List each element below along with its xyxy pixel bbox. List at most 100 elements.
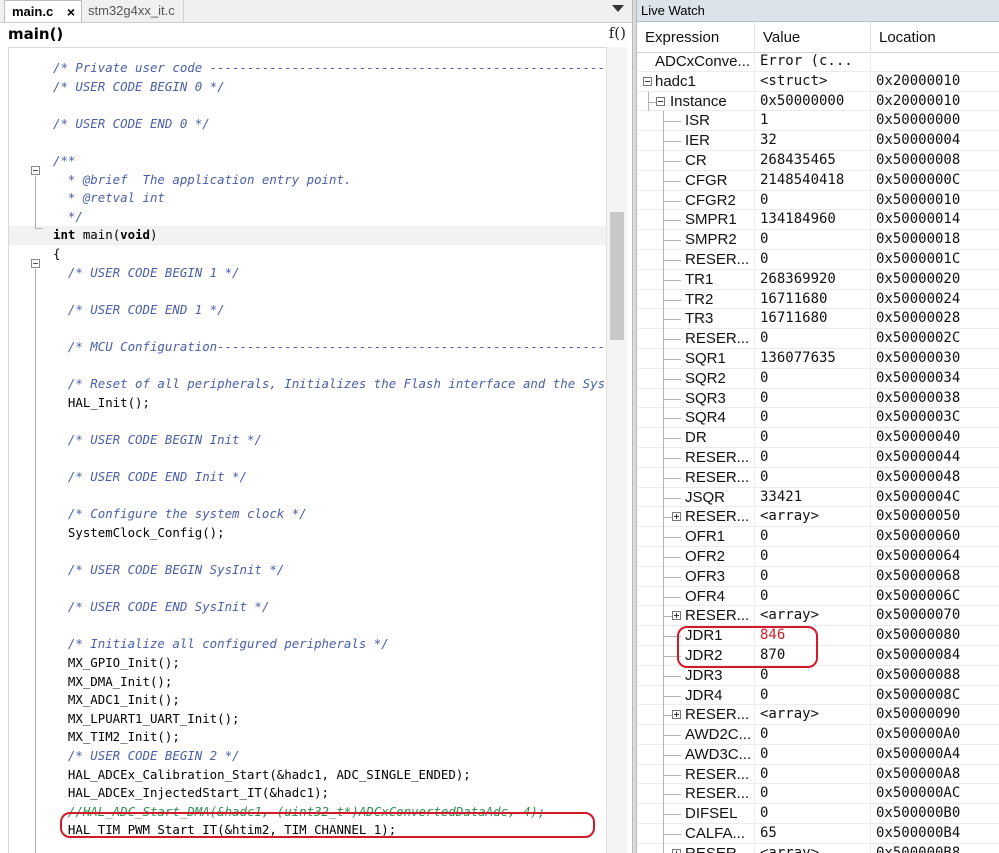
watch-value-cell[interactable]: 0 bbox=[755, 467, 871, 488]
code-line[interactable]: /* USER CODE END 0 */ bbox=[9, 115, 607, 134]
code-line[interactable] bbox=[9, 412, 607, 431]
watch-row[interactable]: RESER... 0 0x500000A8 bbox=[637, 764, 999, 785]
watch-value-cell[interactable]: 0 bbox=[755, 546, 871, 567]
code-line[interactable]: HAL_ADCEx_Calibration_Start(&hadc1, ADC_… bbox=[9, 766, 607, 785]
watch-row[interactable]: OFR2 0 0x50000064 bbox=[637, 546, 999, 567]
watch-row[interactable]: TR2 16711680 0x50000024 bbox=[637, 289, 999, 310]
watch-row[interactable]: TR3 16711680 0x50000028 bbox=[637, 309, 999, 330]
watch-row[interactable]: SMPR2 0 0x50000018 bbox=[637, 230, 999, 250]
watch-value-cell[interactable]: 846 bbox=[755, 626, 871, 646]
watch-row[interactable]: OFR3 0 0x50000068 bbox=[637, 566, 999, 587]
tab-main-c[interactable]: main.c × bbox=[4, 0, 82, 22]
watch-value-cell[interactable]: 0 bbox=[755, 368, 871, 389]
code-line[interactable]: /* MCU Configuration--------------------… bbox=[9, 338, 607, 357]
code-line[interactable]: /* USER CODE END Init */ bbox=[9, 468, 607, 487]
code-line[interactable]: //HAL_ADC_Start_DMA(&hadc1, (uint32_t*)A… bbox=[9, 803, 607, 822]
expand-plus-icon[interactable] bbox=[672, 611, 681, 621]
watch-row[interactable]: CFGR 2148540418 0x5000000C bbox=[637, 170, 999, 191]
fold-toggle-icon[interactable] bbox=[31, 166, 40, 175]
watch-value-cell[interactable]: 2148540418 bbox=[755, 170, 871, 191]
watch-row[interactable]: CALFA... 65 0x500000B4 bbox=[637, 824, 999, 844]
code-line[interactable]: int main(void) bbox=[9, 226, 607, 245]
watch-value-cell[interactable]: 136077635 bbox=[755, 348, 871, 369]
code-line[interactable] bbox=[9, 449, 607, 468]
code-line[interactable] bbox=[9, 580, 607, 599]
watch-row[interactable]: RESER... 0 0x5000002C bbox=[637, 329, 999, 349]
code-line[interactable] bbox=[9, 133, 607, 152]
code-line[interactable]: /* Reset of all peripherals, Initializes… bbox=[9, 375, 607, 394]
column-expression[interactable]: Expression bbox=[637, 22, 755, 52]
watch-row[interactable]: CFGR2 0 0x50000010 bbox=[637, 190, 999, 211]
watch-row[interactable]: JDR4 0 0x5000008C bbox=[637, 685, 999, 706]
watch-value-cell[interactable]: 0 bbox=[755, 804, 871, 825]
watch-row[interactable]: SQR2 0 0x50000034 bbox=[637, 368, 999, 389]
code-line[interactable]: MX_DMA_Init(); bbox=[9, 673, 607, 692]
watch-value-cell[interactable]: 1 bbox=[755, 111, 871, 132]
code-line[interactable]: /* Initialize all configured peripherals… bbox=[9, 635, 607, 654]
code-line[interactable]: /* USER CODE BEGIN 2 */ bbox=[9, 747, 607, 766]
watch-row[interactable]: JDR2 870 0x50000084 bbox=[637, 645, 999, 666]
watch-row[interactable]: ADCxConve... Error (c... bbox=[637, 52, 999, 72]
code-line[interactable]: /* USER CODE BEGIN Init */ bbox=[9, 431, 607, 450]
watch-value-cell[interactable]: 16711680 bbox=[755, 289, 871, 310]
watch-row[interactable]: AWD2C... 0 0x500000A0 bbox=[637, 725, 999, 745]
watch-row[interactable]: Instance 0x50000000 0x20000010 bbox=[637, 91, 999, 112]
watch-row[interactable]: DIFSEL 0 0x500000B0 bbox=[637, 804, 999, 825]
code-text-area[interactable]: /* Private user code -------------------… bbox=[8, 47, 607, 853]
watch-row[interactable]: JDR3 0 0x50000088 bbox=[637, 665, 999, 686]
watch-row[interactable]: SQR3 0 0x50000038 bbox=[637, 388, 999, 409]
code-line[interactable]: { bbox=[9, 245, 607, 264]
code-line[interactable]: */ bbox=[9, 208, 607, 227]
watch-value-cell[interactable]: <array> bbox=[755, 705, 871, 726]
watch-row[interactable]: OFR4 0 0x5000006C bbox=[637, 586, 999, 607]
code-line[interactable]: MX_ADC1_Init(); bbox=[9, 691, 607, 710]
watch-value-cell[interactable]: 33421 bbox=[755, 487, 871, 508]
code-line[interactable]: MX_TIM2_Init(); bbox=[9, 728, 607, 747]
current-function-name[interactable]: main() bbox=[8, 25, 63, 43]
code-line[interactable]: MX_LPUART1_UART_Init(); bbox=[9, 710, 607, 729]
expand-plus-icon[interactable] bbox=[672, 512, 681, 522]
watch-value-cell[interactable]: 0x50000000 bbox=[755, 91, 871, 112]
watch-row[interactable]: RESER... <array> 0x50000070 bbox=[637, 606, 999, 627]
editor-vertical-scrollbar[interactable] bbox=[606, 47, 627, 853]
code-line[interactable]: /* USER CODE BEGIN 0 */ bbox=[9, 78, 607, 97]
code-line[interactable]: /* USER CODE END 1 */ bbox=[9, 301, 607, 320]
watch-row[interactable]: SQR1 136077635 0x50000030 bbox=[637, 348, 999, 369]
fold-toggle-icon[interactable] bbox=[31, 259, 40, 268]
collapse-minus-icon[interactable] bbox=[656, 96, 665, 106]
code-line[interactable]: /* Configure the system clock */ bbox=[9, 505, 607, 524]
watch-row[interactable]: DR 0 0x50000040 bbox=[637, 428, 999, 448]
tab-stm32g4xx-it-c[interactable]: stm32g4xx_it.c bbox=[82, 0, 184, 22]
watch-value-cell[interactable]: 65 bbox=[755, 824, 871, 844]
code-line[interactable]: HAL_Init(); bbox=[9, 394, 607, 413]
code-line[interactable] bbox=[9, 542, 607, 561]
watch-row[interactable]: RESER... 0 0x50000048 bbox=[637, 467, 999, 488]
code-line[interactable] bbox=[9, 282, 607, 301]
watch-row[interactable]: IER 32 0x50000004 bbox=[637, 131, 999, 151]
watch-row[interactable]: TR1 268369920 0x50000020 bbox=[637, 269, 999, 290]
watch-value-cell[interactable]: 0 bbox=[755, 566, 871, 587]
watch-row[interactable]: hadc1 <struct> 0x20000010 bbox=[637, 71, 999, 92]
watch-row[interactable]: RESER... <array> 0x500000B8 bbox=[637, 843, 999, 853]
watch-value-cell[interactable]: 0 bbox=[755, 408, 871, 429]
watch-value-cell[interactable]: 0 bbox=[755, 764, 871, 785]
watch-value-cell[interactable]: 0 bbox=[755, 665, 871, 686]
watch-value-cell[interactable]: 16711680 bbox=[755, 309, 871, 330]
code-line[interactable] bbox=[9, 617, 607, 636]
watch-row[interactable]: RESER... 0 0x50000044 bbox=[637, 447, 999, 468]
code-editor-pane[interactable]: main.c × stm32g4xx_it.c main() f() /* Pr… bbox=[0, 0, 632, 853]
scrollbar-thumb[interactable] bbox=[610, 212, 624, 340]
watch-row[interactable]: SMPR1 134184960 0x50000014 bbox=[637, 210, 999, 231]
watch-value-cell[interactable]: 0 bbox=[755, 586, 871, 607]
watch-row[interactable]: OFR1 0 0x50000060 bbox=[637, 527, 999, 547]
watch-row[interactable]: JDR1 846 0x50000080 bbox=[637, 626, 999, 646]
expand-plus-icon[interactable] bbox=[672, 710, 681, 720]
watch-value-cell[interactable]: 134184960 bbox=[755, 210, 871, 231]
watch-value-cell[interactable]: 0 bbox=[755, 329, 871, 349]
watch-value-cell[interactable]: <array> bbox=[755, 843, 871, 853]
watch-value-cell[interactable]: 0 bbox=[755, 725, 871, 745]
watch-row[interactable]: SQR4 0 0x5000003C bbox=[637, 408, 999, 429]
watch-value-cell[interactable]: 0 bbox=[755, 447, 871, 468]
code-line[interactable]: /* Private user code -------------------… bbox=[9, 59, 607, 78]
watch-value-cell[interactable]: 0 bbox=[755, 685, 871, 706]
